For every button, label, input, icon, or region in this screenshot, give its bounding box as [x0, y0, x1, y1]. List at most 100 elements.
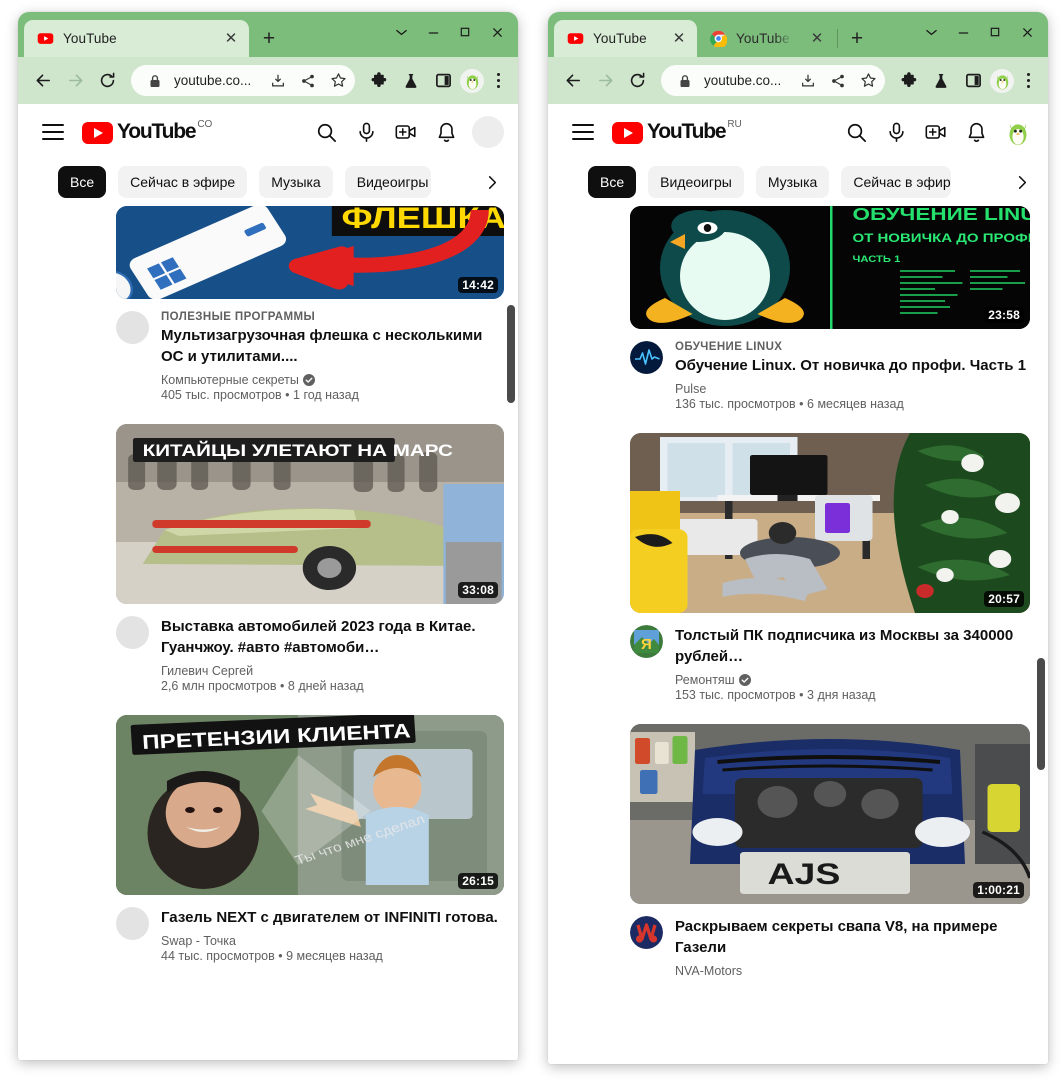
- video-thumbnail[interactable]: AJS 1:00:21: [630, 724, 1030, 904]
- chip-music[interactable]: Музыка: [259, 166, 333, 198]
- reload-icon[interactable]: [622, 66, 652, 96]
- channel-name[interactable]: Гилевич Сергей: [161, 664, 504, 678]
- new-tab-button[interactable]: +: [255, 24, 283, 52]
- close-icon[interactable]: ✕: [670, 30, 688, 48]
- chip-live[interactable]: Сейчас в эфире: [841, 166, 952, 198]
- channel-name[interactable]: Компьютерные секреты: [161, 373, 504, 387]
- address-bar[interactable]: youtube.co...: [131, 65, 355, 96]
- microphone-icon[interactable]: [876, 112, 916, 152]
- puzzle-piece-icon[interactable]: [364, 66, 394, 96]
- scrollbar-track[interactable]: [504, 206, 518, 1060]
- video-card[interactable]: AJS 1:00:21 Раскрываем секреты свапа V8,…: [630, 724, 1030, 1000]
- avatar[interactable]: [1002, 116, 1034, 148]
- close-icon[interactable]: [1012, 18, 1042, 46]
- video-card[interactable]: ПРЕТЕНЗИИ КЛИЕНТА Ты что мне сделал 26:1…: [116, 715, 504, 985]
- install-icon[interactable]: [267, 70, 289, 92]
- youtube-logo[interactable]: YouTube RU: [612, 119, 742, 145]
- chip-music[interactable]: Музыка: [755, 166, 830, 198]
- star-icon[interactable]: [857, 70, 879, 92]
- chip-gaming[interactable]: Видеоигры: [648, 166, 744, 198]
- chip-live[interactable]: Сейчас в эфире: [118, 166, 248, 198]
- maximize-icon[interactable]: [980, 18, 1010, 46]
- channel-name[interactable]: NVA-Motors: [675, 964, 1030, 978]
- tab-youtube[interactable]: YouTube ✕: [554, 20, 697, 57]
- scrollbar-track[interactable]: [1034, 206, 1048, 1064]
- kebab-menu-icon[interactable]: [1016, 73, 1040, 88]
- flask-icon[interactable]: [926, 66, 956, 96]
- chevron-right-icon[interactable]: [994, 168, 1036, 196]
- tab-youtube[interactable]: YouTube ✕: [24, 20, 249, 57]
- tab-youtube-secondary[interactable]: YouTube F ✕: [697, 20, 835, 57]
- side-panel-icon[interactable]: [958, 66, 988, 96]
- video-title[interactable]: Газель NEXT с двигателем от INFINITI гот…: [161, 907, 504, 928]
- star-icon[interactable]: [327, 70, 349, 92]
- video-feed-right[interactable]: ОБУЧЕНИЕ LINUX ОТ НОВИЧКА ДО ПРОФИ ЧАСТЬ…: [548, 206, 1048, 1064]
- share-icon[interactable]: [827, 70, 849, 92]
- minimize-icon[interactable]: [948, 18, 978, 46]
- video-title[interactable]: Толстый ПК подписчика из Москвы за 34000…: [675, 625, 1030, 667]
- share-icon[interactable]: [297, 70, 319, 92]
- install-icon[interactable]: [797, 70, 819, 92]
- side-panel-icon[interactable]: [428, 66, 458, 96]
- chevron-down-icon[interactable]: [916, 18, 946, 46]
- channel-avatar[interactable]: [116, 907, 149, 940]
- channel-avatar[interactable]: [630, 916, 663, 949]
- video-title[interactable]: Выставка автомобилей 2023 года в Китае. …: [161, 616, 504, 658]
- channel-name[interactable]: Swap - Точка: [161, 934, 504, 948]
- notifications-icon[interactable]: [426, 112, 466, 152]
- video-card[interactable]: 20:57 Я Толстый ПК подписчика из Москвы …: [630, 433, 1030, 724]
- address-bar[interactable]: youtube.co...: [661, 65, 885, 96]
- chevron-down-icon[interactable]: [386, 18, 416, 46]
- penguin-avatar-icon[interactable]: [990, 68, 1014, 93]
- chip-all[interactable]: Все: [588, 166, 637, 198]
- video-title[interactable]: Раскрываем секреты свапа V8, на примере …: [675, 916, 1030, 958]
- video-feed-left[interactable]: ФЛЕШКА 14:42 ПОЛЕЗНЫЕ ПРОГРАММЫ Мультиза…: [18, 206, 518, 1060]
- scrollbar-thumb[interactable]: [507, 305, 515, 403]
- video-thumbnail[interactable]: 20:57: [630, 433, 1030, 613]
- scrollbar-thumb[interactable]: [1037, 658, 1045, 770]
- channel-avatar[interactable]: [116, 616, 149, 649]
- back-arrow-icon[interactable]: [28, 66, 58, 96]
- kebab-menu-icon[interactable]: [486, 73, 510, 88]
- hamburger-menu-icon[interactable]: [36, 115, 70, 149]
- create-video-icon[interactable]: [386, 112, 426, 152]
- search-icon[interactable]: [836, 112, 876, 152]
- chip-gaming[interactable]: Видеоигры: [344, 166, 431, 198]
- video-card[interactable]: КИТАЙЦЫ УЛЕТАЮТ НА МАРС 33:08 Выставка а…: [116, 424, 504, 715]
- back-arrow-icon[interactable]: [558, 66, 588, 96]
- avatar[interactable]: [472, 116, 504, 148]
- search-icon[interactable]: [306, 112, 346, 152]
- channel-name[interactable]: Pulse: [675, 382, 1030, 396]
- hamburger-menu-icon[interactable]: [566, 115, 600, 149]
- channel-avatar[interactable]: Я: [630, 625, 663, 658]
- channel-name[interactable]: Ремонтяш: [675, 673, 1030, 687]
- minimize-icon[interactable]: [418, 18, 448, 46]
- create-video-icon[interactable]: [916, 112, 956, 152]
- chevron-right-icon[interactable]: [464, 168, 506, 196]
- video-thumbnail[interactable]: КИТАЙЦЫ УЛЕТАЮТ НА МАРС 33:08: [116, 424, 504, 604]
- maximize-icon[interactable]: [450, 18, 480, 46]
- new-tab-button[interactable]: +: [843, 24, 871, 52]
- close-icon[interactable]: ✕: [222, 30, 240, 48]
- close-icon[interactable]: ✕: [808, 30, 826, 48]
- video-thumbnail[interactable]: ФЛЕШКА 14:42: [116, 206, 504, 299]
- flask-icon[interactable]: [396, 66, 426, 96]
- channel-avatar[interactable]: [116, 311, 149, 344]
- chip-all[interactable]: Все: [58, 166, 107, 198]
- youtube-header: YouTube CO: [18, 104, 518, 160]
- video-title[interactable]: Мультизагрузочная флешка с несколькими О…: [161, 325, 504, 367]
- reload-icon[interactable]: [92, 66, 122, 96]
- channel-avatar[interactable]: [630, 341, 663, 374]
- penguin-avatar-icon[interactable]: [460, 68, 484, 93]
- close-icon[interactable]: [482, 18, 512, 46]
- microphone-icon[interactable]: [346, 112, 386, 152]
- notifications-icon[interactable]: [956, 112, 996, 152]
- video-thumbnail[interactable]: ПРЕТЕНЗИИ КЛИЕНТА Ты что мне сделал 26:1…: [116, 715, 504, 895]
- puzzle-piece-icon[interactable]: [894, 66, 924, 96]
- video-title[interactable]: Обучение Linux. От новичка до профи. Час…: [675, 355, 1030, 376]
- youtube-logo[interactable]: YouTube CO: [82, 119, 212, 145]
- video-card[interactable]: ФЛЕШКА 14:42 ПОЛЕЗНЫЕ ПРОГРАММЫ Мультиза…: [116, 206, 504, 424]
- video-card[interactable]: ОБУЧЕНИЕ LINUX ОТ НОВИЧКА ДО ПРОФИ ЧАСТЬ…: [630, 206, 1030, 433]
- video-thumbnail[interactable]: ОБУЧЕНИЕ LINUX ОТ НОВИЧКА ДО ПРОФИ ЧАСТЬ…: [630, 206, 1030, 329]
- browser-window-right: YouTube ✕ YouTube F ✕: [548, 12, 1048, 1064]
